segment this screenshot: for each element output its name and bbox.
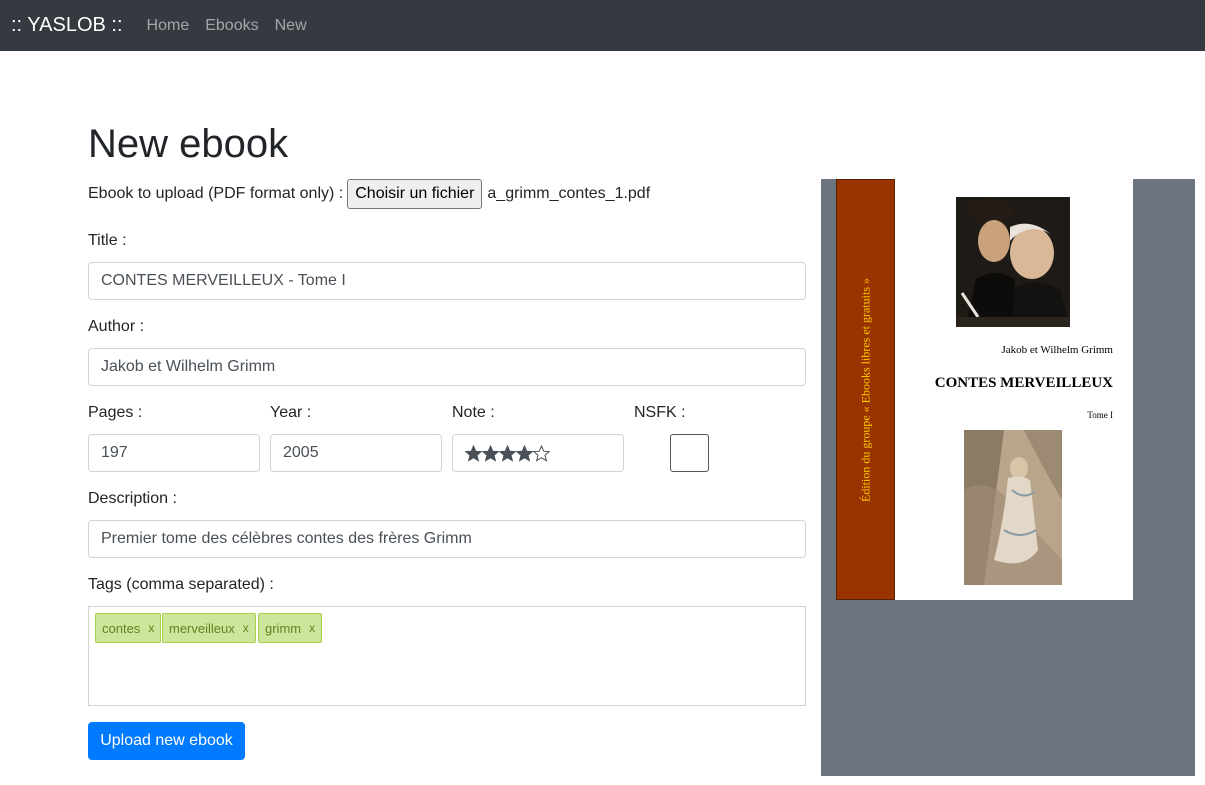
tag-label: merveilleux [169,620,235,636]
grimm-portrait-image [956,197,1070,327]
file-upload-row: Ebook to upload (PDF format only) : Choi… [88,179,650,209]
star-filled-icon[interactable] [482,444,499,462]
pages-input-value: 197 [101,444,128,461]
pages-label: Pages : [88,404,143,421]
note-label: Note : [452,404,495,421]
description-input[interactable]: Premier tome des célèbres contes des frè… [88,520,806,558]
tag-remove-icon[interactable]: x [243,621,249,635]
cover-spine: Édition du groupe « Ebooks libres et gra… [836,179,895,600]
brand-logo[interactable]: :: YASLOB :: [11,14,123,37]
note-rating-input[interactable] [452,434,624,472]
tag-chip: contes x [95,613,162,643]
nav-link-home[interactable]: Home [147,17,190,35]
star-empty-icon[interactable] [533,444,550,462]
description-input-value: Premier tome des célèbres contes des frè… [101,530,472,547]
upload-ebook-button[interactable]: Upload new ebook [88,722,245,760]
selected-file-name: a_grimm_contes_1.pdf [487,185,651,202]
nsfk-label: NSFK : [634,404,686,421]
cover-preview-panel: Édition du groupe « Ebooks libres et gra… [821,179,1195,776]
year-input-value: 2005 [283,444,319,461]
title-label: Title : [88,232,127,249]
tag-chip: grimm x [258,613,323,643]
cover-illustration-image [964,430,1062,585]
star-filled-icon[interactable] [465,444,482,462]
tags-input[interactable]: contes x merveilleux x grimm x [88,606,806,706]
pages-input[interactable]: 197 [88,434,260,472]
cover-title: CONTES MERVEILLEUX [934,375,1113,391]
tag-remove-icon[interactable]: x [148,621,154,635]
title-input[interactable]: CONTES MERVEILLEUX - Tome I [88,262,806,300]
author-input-value: Jakob et Wilhelm Grimm [101,358,276,375]
tags-label: Tags (comma separated) : [88,576,274,593]
title-input-value: CONTES MERVEILLEUX - Tome I [101,272,346,289]
choose-file-button[interactable]: Choisir un fichier [347,179,483,209]
author-input[interactable]: Jakob et Wilhelm Grimm [88,348,806,386]
nav-link-ebooks[interactable]: Ebooks [205,17,258,35]
tag-chip: merveilleux x [162,613,256,643]
cover-spine-text: Édition du groupe « Ebooks libres et gra… [858,278,873,502]
star-filled-icon[interactable] [499,444,516,462]
tag-label: grimm [265,620,302,636]
description-label: Description : [88,490,177,507]
cover-tome: Tome I [1087,410,1113,420]
nsfk-checkbox[interactable] [670,434,709,472]
nav-link-new[interactable]: New [275,17,307,35]
author-label: Author : [88,318,145,335]
year-input[interactable]: 2005 [270,434,442,472]
cover-author: Jakob et Wilhelm Grimm [1001,344,1113,356]
tag-remove-icon[interactable]: x [309,621,315,635]
star-filled-icon[interactable] [516,444,533,462]
year-label: Year : [270,404,312,421]
cover-image: Édition du groupe « Ebooks libres et gra… [836,179,1133,600]
page-title: New ebook [88,122,289,166]
top-navbar: :: YASLOB :: Home Ebooks New [0,0,1205,51]
file-upload-label: Ebook to upload (PDF format only) : [88,185,344,202]
tag-label: contes [102,620,141,636]
